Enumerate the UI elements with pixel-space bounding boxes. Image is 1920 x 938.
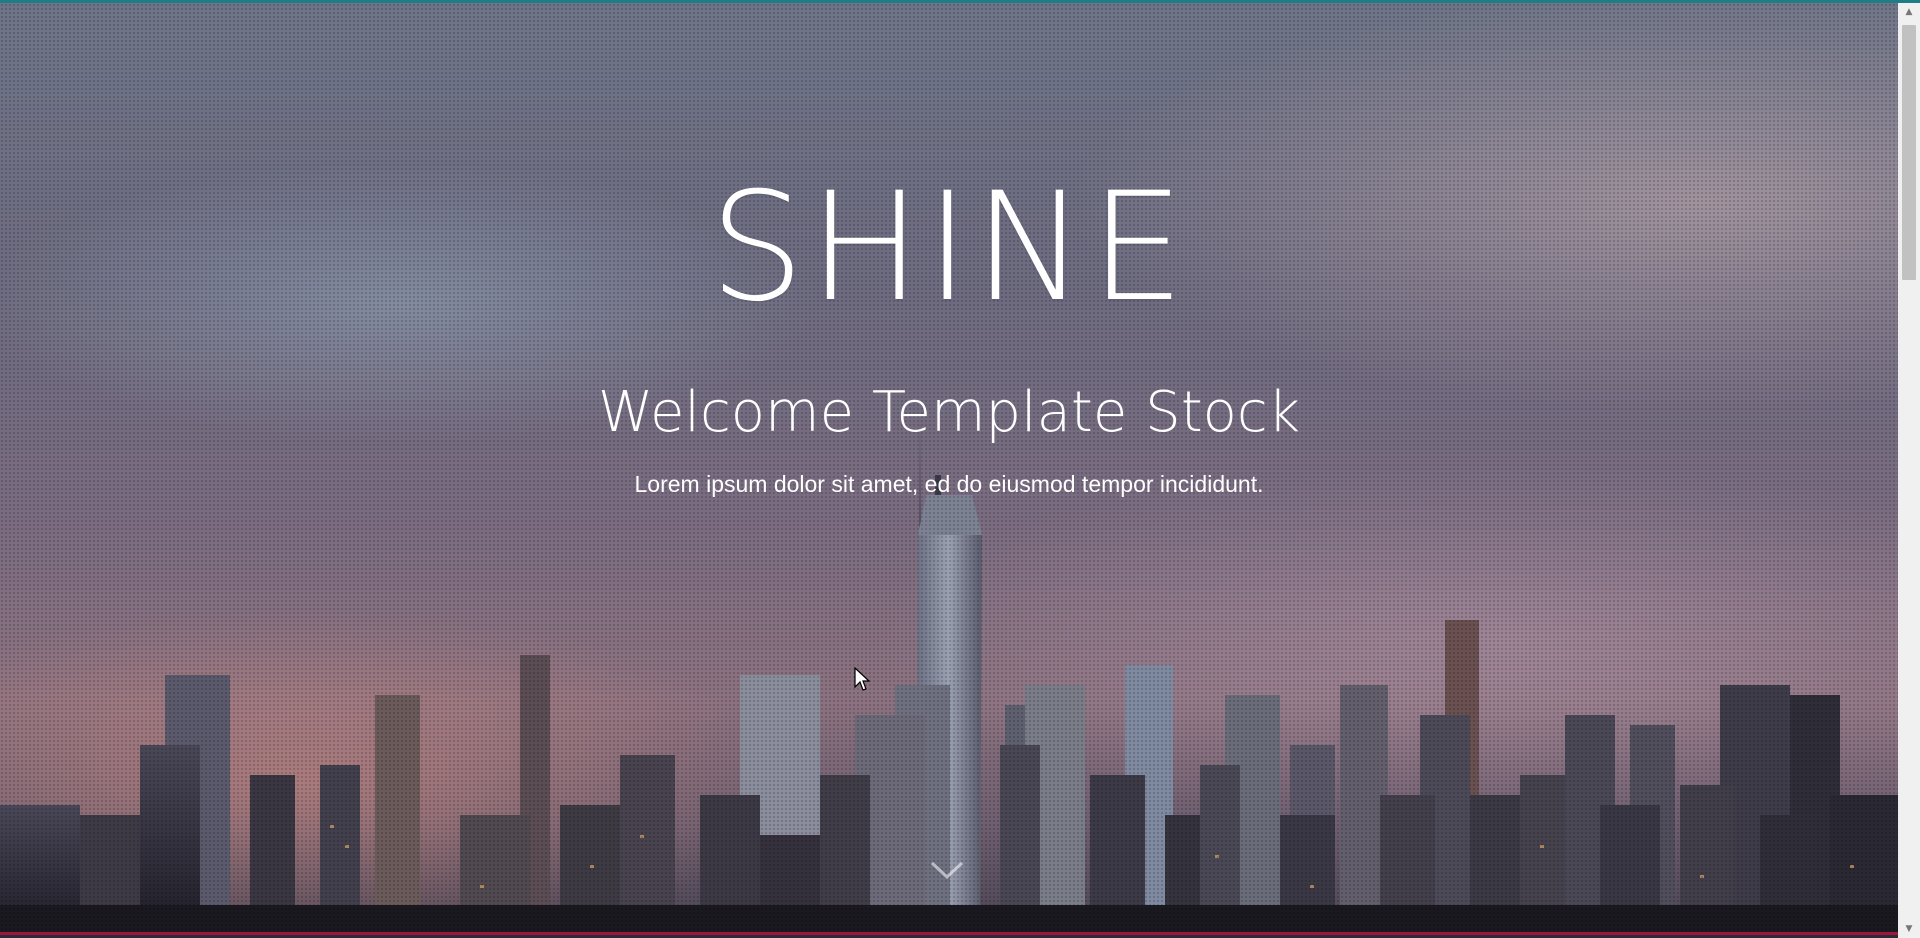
scrollbar-thumb[interactable] [1902, 25, 1916, 280]
hero-subtitle: Welcome Template Stock [597, 380, 1301, 445]
scroll-down-button[interactable] [929, 859, 965, 883]
hero-title: SHINE [709, 161, 1189, 335]
bottom-accent-bar [0, 932, 1898, 935]
chevron-down-icon [930, 861, 964, 880]
vertical-scrollbar[interactable]: ▲ ▼ [1898, 3, 1920, 938]
hero-section: SHINE Welcome Template Stock Lorem ipsum… [0, 3, 1898, 935]
scroll-up-arrow-icon[interactable]: ▲ [1898, 3, 1920, 21]
scroll-down-arrow-icon[interactable]: ▼ [1898, 920, 1920, 938]
hero-lead-text: Lorem ipsum dolor sit amet, ed do eiusmo… [634, 471, 1264, 497]
mouse-cursor-icon [854, 667, 870, 691]
